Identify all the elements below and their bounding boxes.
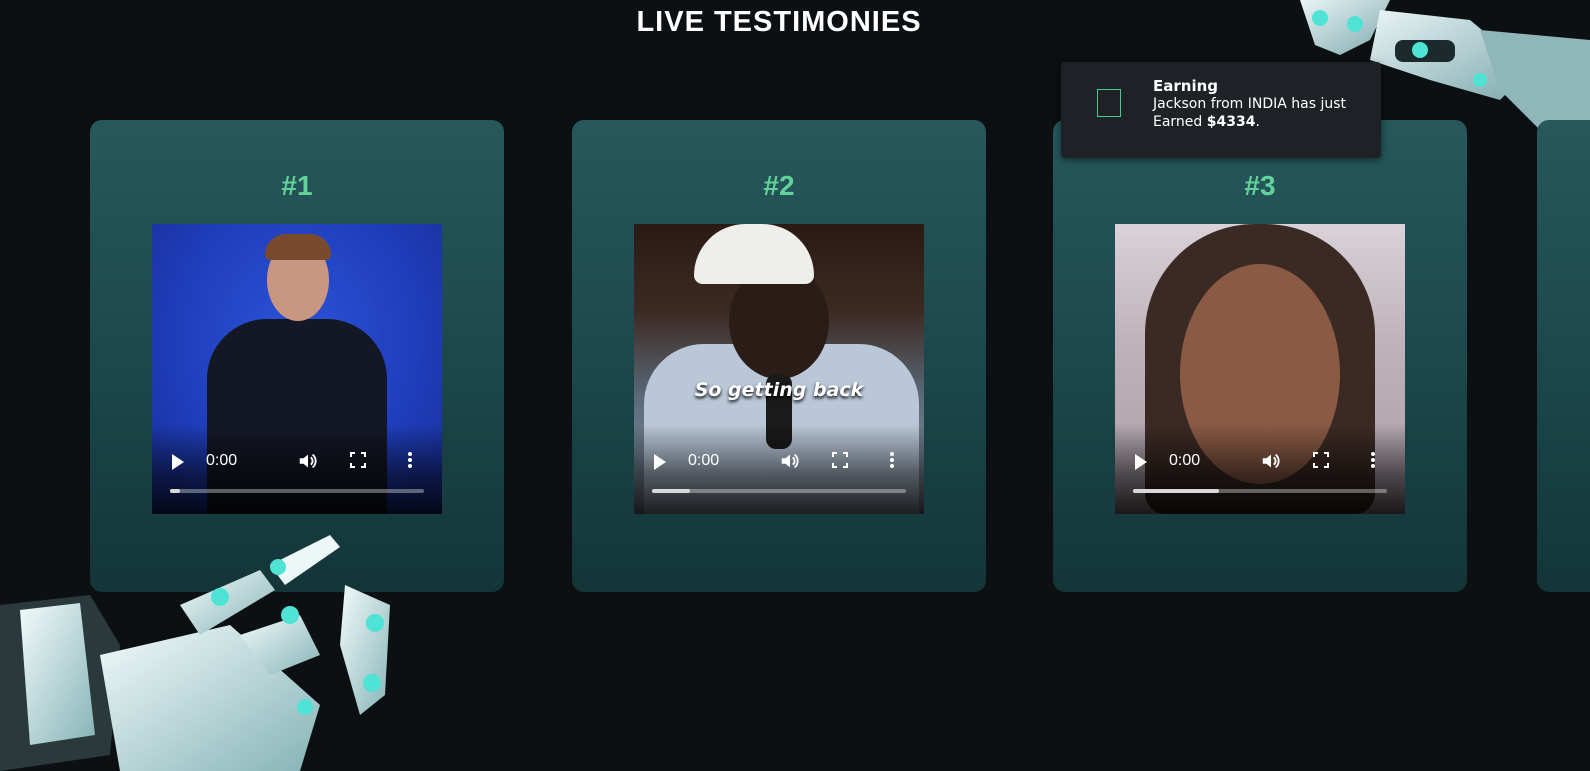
testimony-card-2: #2 So getting back 0:00 [572,120,986,592]
more-options-icon[interactable] [407,451,413,469]
video-caption: So getting back [694,379,864,401]
video-controls: 0:00 [1115,424,1405,514]
card-number: #3 [1244,170,1276,201]
video-controls: 0:00 [152,424,442,514]
fullscreen-icon[interactable] [1313,452,1329,468]
fullscreen-icon[interactable] [350,452,366,468]
robot-hand-bottom-image [0,535,390,771]
earning-notification-toast: Earning Jackson from INDIA has just Earn… [1061,62,1381,158]
video-progress-fill [652,489,691,493]
video-progress-bar[interactable] [1133,489,1387,493]
toast-message-end: . [1255,114,1260,130]
toast-title: Earning [1153,77,1219,95]
video-progress-fill [170,489,181,493]
video-time: 0:00 [1169,452,1201,469]
testimony-card-4-partial [1537,120,1590,592]
play-icon[interactable] [172,454,184,470]
more-options-icon[interactable] [889,451,895,469]
fullscreen-icon[interactable] [832,452,848,468]
video-progress-bar[interactable] [170,489,424,493]
volume-icon[interactable] [297,450,319,472]
volume-icon[interactable] [779,450,801,472]
toast-message: Jackson from INDIA has just Earned $4334… [1153,95,1368,131]
video-controls: 0:00 [634,424,924,514]
testimony-video-3[interactable]: 0:00 [1115,224,1405,514]
toast-amount: $4334 [1206,114,1256,130]
video-progress-bar[interactable] [652,489,906,493]
volume-icon[interactable] [1260,450,1282,472]
testimony-video-2[interactable]: So getting back 0:00 [634,224,924,514]
testimony-card-3: #3 0:00 [1053,120,1467,592]
testimony-video-1[interactable]: 0:00 [152,224,442,514]
play-icon[interactable] [1135,454,1147,470]
card-number: #2 [763,170,795,201]
testimonies-page: LIVE TESTIMONIES #1 0:00 #2 So getting b… [0,0,1590,771]
section-title: LIVE TESTIMONIES [636,6,922,38]
video-time: 0:00 [206,452,238,469]
more-options-icon[interactable] [1370,451,1376,469]
video-progress-fill [1133,489,1220,493]
testimony-card-1: #1 0:00 [90,120,504,592]
notification-icon [1097,89,1121,117]
play-icon[interactable] [654,454,666,470]
video-time: 0:00 [688,452,720,469]
card-number: #1 [281,170,313,201]
